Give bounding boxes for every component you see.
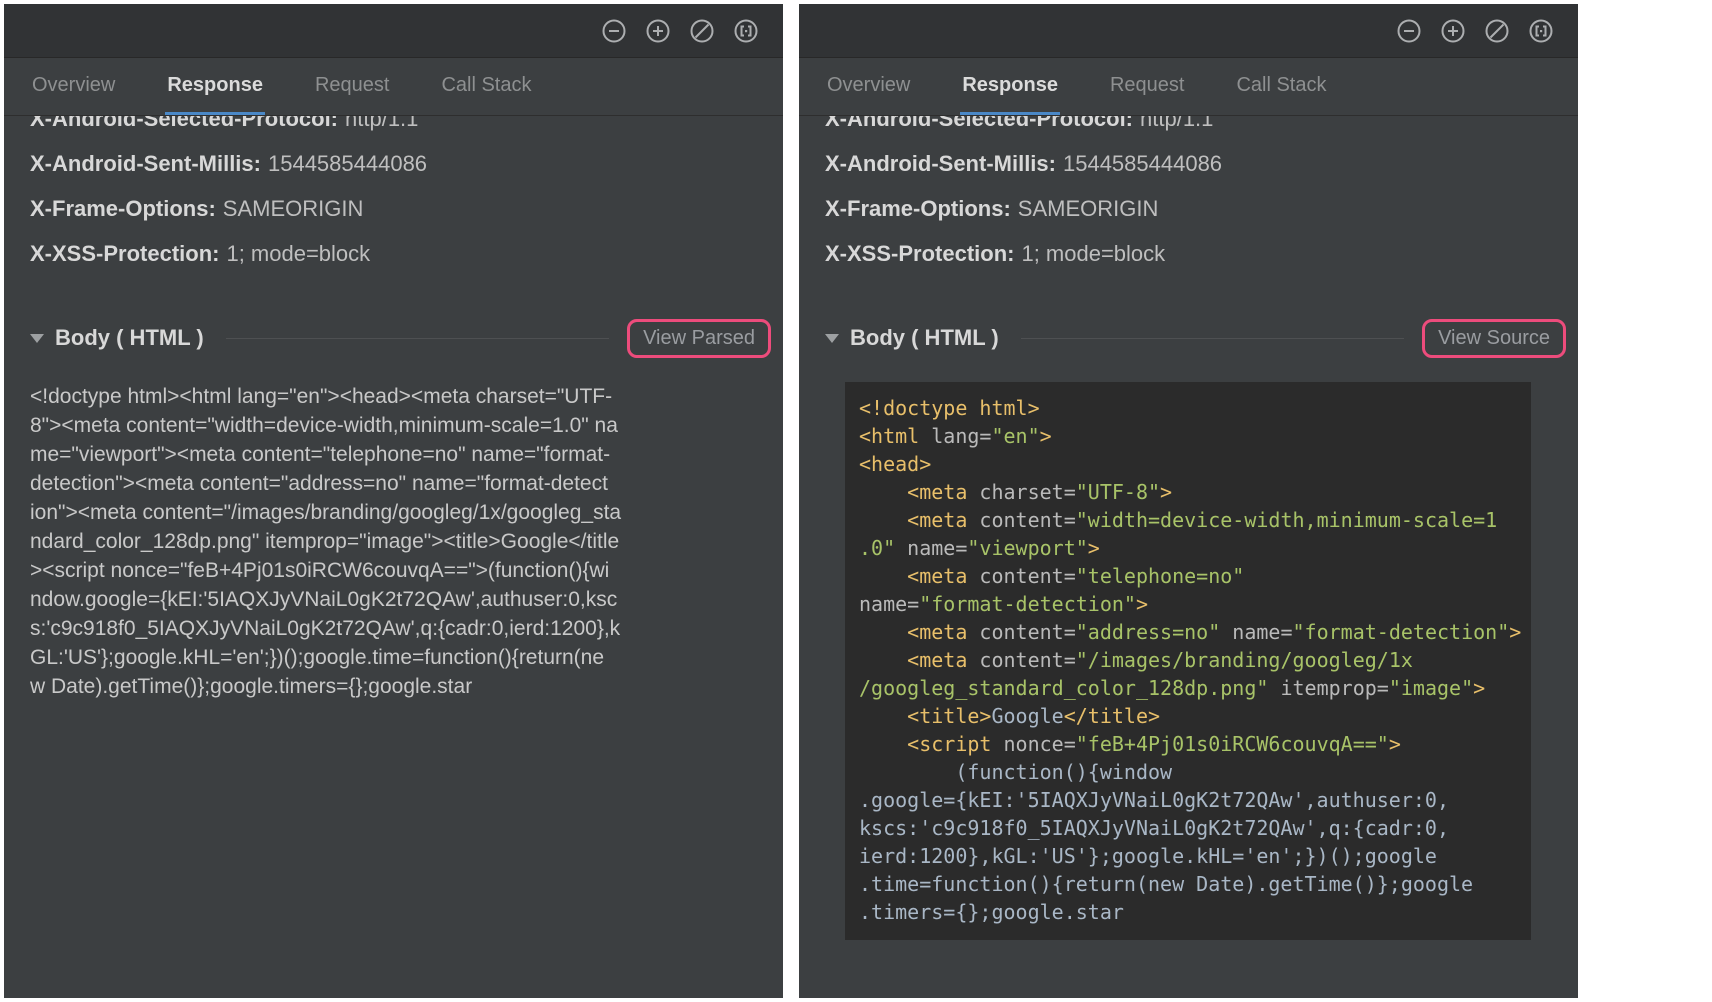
code-line: .time=function(){return(new Date).getTim… — [859, 870, 1531, 898]
header-field-label: X-Android-Sent-Millis: — [825, 151, 1056, 176]
body-section-header: Body ( HTML ) View Parsed — [30, 316, 757, 360]
header-field-label: X-Frame-Options: — [825, 196, 1011, 221]
code-line: <!doctype html> — [859, 394, 1531, 422]
reset-zoom-icon[interactable] — [689, 18, 715, 44]
detail-tabs: Overview Response Request Call Stack — [799, 58, 1578, 116]
header-field-label: X-XSS-Protection: — [825, 241, 1014, 266]
zoom-controls — [601, 4, 759, 57]
header-field-row: X-Frame-Options: SAMEORIGIN — [30, 186, 757, 231]
reset-zoom-icon[interactable] — [1484, 18, 1510, 44]
header-field-value: 1; mode=block — [226, 241, 370, 266]
header-field-label: X-Android-Selected-Protocol: — [825, 116, 1133, 131]
zoom-in-icon[interactable] — [645, 18, 671, 44]
header-field-value: 1544585444086 — [268, 151, 427, 176]
tab-request[interactable]: Request — [313, 58, 392, 115]
header-field-value: SAMEORIGIN — [223, 196, 364, 221]
code-line: <head> — [859, 450, 1531, 478]
zoom-out-icon[interactable] — [601, 18, 627, 44]
tab-response[interactable]: Response — [960, 58, 1060, 115]
code-line: name="format-detection"> — [859, 590, 1531, 618]
code-line: <meta content="/images/branding/googleg/… — [859, 646, 1531, 674]
header-field-value: 1; mode=block — [1021, 241, 1165, 266]
response-tab-content: X-Android-Selected-Protocol: http/1.1 X-A… — [4, 116, 783, 998]
code-line: kscs:'c9c918f0_5IAQXJyVNaiL0gK2t72QAw',q… — [859, 814, 1531, 842]
divider-line — [1021, 338, 1404, 339]
tab-response[interactable]: Response — [165, 58, 265, 115]
header-field-row: X-Android-Selected-Protocol: http/1.1 — [30, 116, 757, 141]
header-field-label: X-XSS-Protection: — [30, 241, 219, 266]
network-response-panel-left: Overview Response Request Call Stack X-A… — [4, 4, 783, 998]
tab-request[interactable]: Request — [1108, 58, 1187, 115]
network-response-panel-right: Overview Response Request Call Stack X-A… — [799, 4, 1578, 998]
code-line: ierd:1200},kGL:'US'};google.kHL='en';})(… — [859, 842, 1531, 870]
zoom-to-selection-icon[interactable] — [1528, 18, 1554, 44]
header-field-row: X-Android-Sent-Millis: 1544585444086 — [30, 141, 757, 186]
zoom-in-icon[interactable] — [1440, 18, 1466, 44]
tab-overview[interactable]: Overview — [825, 58, 912, 115]
header-field-label: X-Android-Selected-Protocol: — [30, 116, 338, 131]
code-line: <html lang="en"> — [859, 422, 1531, 450]
disclosure-triangle-icon[interactable] — [825, 334, 839, 343]
code-line: <meta content="address=no" name="format-… — [859, 618, 1531, 646]
code-line: <title>Google</title> — [859, 702, 1531, 730]
view-source-button[interactable]: View Source — [1422, 319, 1566, 358]
code-line: <meta content="telephone=no" — [859, 562, 1531, 590]
header-field-row: X-Android-Selected-Protocol: http/1.1 — [825, 116, 1552, 141]
response-body-raw-text: <!doctype html><html lang="en"><head><me… — [30, 382, 757, 701]
disclosure-triangle-icon[interactable] — [30, 334, 44, 343]
profiler-toolbar — [4, 4, 783, 58]
header-field-value: http/1.1 — [1140, 116, 1213, 131]
header-field-value: http/1.1 — [345, 116, 418, 131]
header-field-row: X-Android-Sent-Millis: 1544585444086 — [825, 141, 1552, 186]
code-line: .0" name="viewport"> — [859, 534, 1531, 562]
code-line: <meta content="width=device-width,minimu… — [859, 506, 1531, 534]
header-field-value: SAMEORIGIN — [1018, 196, 1159, 221]
zoom-controls — [1396, 4, 1554, 57]
header-field-label: X-Android-Sent-Millis: — [30, 151, 261, 176]
zoom-out-icon[interactable] — [1396, 18, 1422, 44]
detail-tabs: Overview Response Request Call Stack — [4, 58, 783, 116]
tab-call-stack[interactable]: Call Stack — [439, 58, 533, 115]
header-field-row: X-Frame-Options: SAMEORIGIN — [825, 186, 1552, 231]
response-tab-content: X-Android-Selected-Protocol: http/1.1 X-A… — [799, 116, 1578, 998]
tab-overview[interactable]: Overview — [30, 58, 117, 115]
view-parsed-button[interactable]: View Parsed — [627, 319, 771, 358]
code-line: .google={kEI:'5IAQXJyVNaiL0gK2t72QAw',au… — [859, 786, 1531, 814]
tab-call-stack[interactable]: Call Stack — [1234, 58, 1328, 115]
body-section-header: Body ( HTML ) View Source — [825, 316, 1552, 360]
body-section-title: Body ( HTML ) — [850, 325, 999, 351]
body-section-title: Body ( HTML ) — [55, 325, 204, 351]
zoom-to-selection-icon[interactable] — [733, 18, 759, 44]
code-line: .timers={};google.star — [859, 898, 1531, 926]
header-field-label: X-Frame-Options: — [30, 196, 216, 221]
code-line: <script nonce="feB+4Pj01s0iRCW6couvqA=="… — [859, 730, 1531, 758]
response-body-source-code: <!doctype html><html lang="en"><head> <m… — [845, 382, 1531, 940]
code-line: <meta charset="UTF-8"> — [859, 478, 1531, 506]
code-line: /googleg_standard_color_128dp.png" itemp… — [859, 674, 1531, 702]
profiler-toolbar — [799, 4, 1578, 58]
code-line: (function(){window — [859, 758, 1531, 786]
header-field-row: X-XSS-Protection: 1; mode=block — [825, 231, 1552, 276]
divider-line — [226, 338, 609, 339]
header-field-value: 1544585444086 — [1063, 151, 1222, 176]
header-field-row: X-XSS-Protection: 1; mode=block — [30, 231, 757, 276]
